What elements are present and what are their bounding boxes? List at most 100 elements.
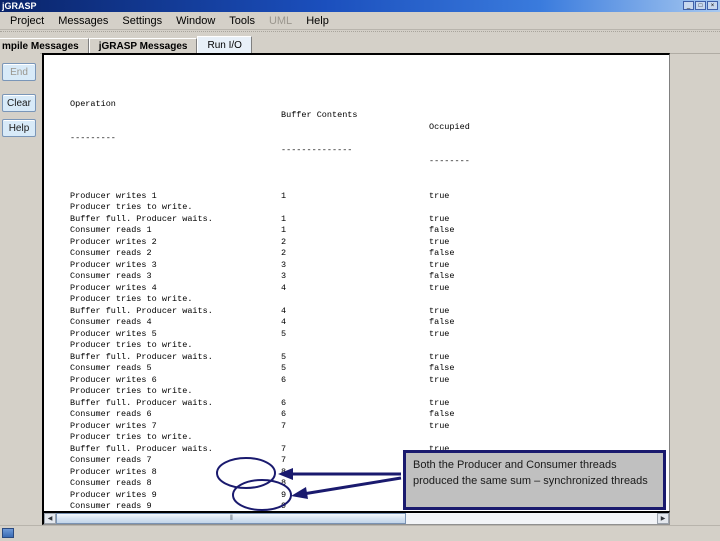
console-row-operation: Consumer reads 3 [70, 271, 152, 281]
column-header-occupied: Occupied [429, 121, 470, 132]
rule-operation: --------- [70, 133, 116, 143]
console-row: Buffer full. Producer waits. 4 true [70, 306, 449, 318]
console-row: Producer tries to write. [70, 202, 192, 214]
console-row: Producer writes 5 5 true [70, 329, 449, 341]
scroll-right-arrow-icon[interactable]: ▶ [657, 513, 669, 524]
console-row: Buffer full. Producer waits. 6 true [70, 398, 449, 410]
tab-jgrasp-messages[interactable]: jGRASP Messages [88, 38, 198, 54]
console-row-group: Producer writes 1 1 true Producer tries to … [70, 191, 455, 512]
scrollbar-track[interactable]: ‖ [56, 513, 657, 524]
taskbar-app-icon[interactable] [2, 528, 14, 538]
console-row-buffer: 5 [281, 351, 287, 362]
console-row-buffer: 1 [281, 190, 287, 201]
console-row: Buffer full. Producer waits. 7 true [70, 444, 449, 456]
run-io-console[interactable]: Operation Buffer Contents Occupied -----… [42, 53, 670, 511]
console-row: Producer writes 4 4 true [70, 283, 449, 295]
rule-buffer: -------------- [281, 144, 353, 155]
console-row-buffer: 4 [281, 317, 287, 327]
console-row-occupied: true [429, 351, 450, 362]
clear-button[interactable]: Clear [2, 94, 36, 112]
horizontal-scrollbar[interactable]: ◀ ‖ ▶ [42, 511, 670, 525]
console-row-buffer: 1 [281, 225, 287, 235]
console-row-buffer: 1 [281, 213, 287, 224]
console-row-buffer: 9 [281, 501, 287, 511]
console-row-buffer: 6 [281, 397, 287, 408]
tab-run-io[interactable]: Run I/O [197, 36, 252, 54]
console-row-buffer: 8 [281, 466, 287, 477]
console-row-occupied: true [429, 213, 450, 224]
console-row: Producer writes 7 7 true [70, 421, 449, 433]
console-row-occupied: false [429, 271, 455, 281]
console-row-occupied: true [429, 259, 450, 270]
console-row-operation: Producer writes 5 [70, 328, 157, 339]
console-row-operation: Producer tries to write. [70, 386, 193, 396]
console-row-buffer: 3 [281, 271, 287, 281]
scrollbar-thumb[interactable]: ‖ [56, 513, 406, 524]
console-row-buffer: 9 [281, 489, 287, 500]
console-row-occupied: false [429, 248, 455, 258]
console-row-occupied: true [429, 328, 450, 339]
menu-item-uml: UML [268, 14, 293, 27]
console-row-occupied: true [429, 282, 450, 293]
menu-item-settings[interactable]: Settings [115, 13, 169, 29]
window-title: jGRASP [2, 1, 37, 11]
console-row-operation: Producer writes 3 [70, 259, 157, 270]
console-row-operation: Producer writes 2 [70, 236, 157, 247]
console-row: Producer tries to write. [70, 340, 192, 352]
console-row: Producer tries to write. [70, 294, 192, 306]
close-button[interactable]: × [707, 1, 718, 10]
console-row: Producer writes 2 2 true [70, 237, 449, 249]
menu-bar: Project Messages Settings Window Tools U… [0, 12, 720, 30]
console-row-occupied: false [429, 363, 455, 373]
help-button[interactable]: Help [2, 119, 36, 137]
menu-item-messages[interactable]: Messages [51, 13, 115, 29]
console-output-text: Operation Buffer Contents Occupied -----… [70, 64, 470, 512]
console-row-operation: Producer writes 9 [70, 489, 157, 500]
console-row-buffer: 5 [281, 363, 287, 373]
scroll-left-arrow-icon[interactable]: ◀ [44, 513, 56, 524]
console-row: Consumer reads 2 2 false [70, 248, 455, 260]
menu-item-help[interactable]: Help [299, 13, 336, 29]
console-row-operation: Buffer full. Producer waits. [70, 443, 213, 454]
console-row-operation: Producer writes 7 [70, 420, 157, 431]
console-row-buffer: 2 [281, 248, 287, 258]
console-row: Consumer reads 3 3 false [70, 271, 455, 283]
window-left-edge [0, 53, 2, 525]
console-row-operation: Buffer full. Producer waits. [70, 305, 213, 316]
console-row-occupied: false [429, 317, 455, 327]
console-header-rule-row: --------- -------------- -------- [70, 122, 470, 166]
console-side-toolbar: End Clear Help [0, 53, 40, 511]
console-row-buffer: 7 [281, 443, 287, 454]
console-row-operation: Producer writes 4 [70, 282, 157, 293]
annotation-callout: Both the Producer and Consumer threads p… [403, 450, 666, 510]
console-row-buffer: 4 [281, 282, 287, 293]
console-row: Buffer full. Producer waits. 1 true [70, 214, 449, 226]
console-row-occupied: true [429, 190, 450, 201]
console-row-buffer: 8 [281, 478, 287, 488]
console-row-buffer: 7 [281, 455, 287, 465]
console-row-buffer: 4 [281, 305, 287, 316]
console-row: Consumer reads 4 4 false [70, 317, 455, 329]
console-row: Consumer reads 99false [70, 501, 455, 511]
console-row-operation: Consumer reads 4 [70, 317, 152, 327]
end-button: End [2, 63, 36, 81]
console-row-occupied: true [429, 397, 450, 408]
console-row: Consumer reads 1 1 false [70, 225, 455, 237]
console-row-buffer: 7 [281, 420, 287, 431]
annotation-text: Both the Producer and Consumer threads p… [413, 459, 648, 487]
console-row-operation: Producer tries to write. [70, 340, 193, 350]
tab-compile-messages[interactable]: mpile Messages [0, 38, 89, 54]
console-row: Consumer reads 6 6 false [70, 409, 455, 421]
console-row: Producer writes 6 6 true [70, 375, 449, 387]
console-row-operation: Producer writes 6 [70, 374, 157, 385]
console-row-buffer: 3 [281, 259, 287, 270]
console-row-buffer: 6 [281, 374, 287, 385]
maximize-button[interactable]: □ [695, 1, 706, 10]
rule-occupied: -------- [429, 156, 470, 166]
minimize-button[interactable]: _ [683, 1, 694, 10]
menu-item-tools[interactable]: Tools [222, 13, 262, 29]
menu-item-window[interactable]: Window [169, 13, 222, 29]
console-row-occupied: true [429, 236, 450, 247]
menu-item-project[interactable]: Project [3, 13, 51, 29]
